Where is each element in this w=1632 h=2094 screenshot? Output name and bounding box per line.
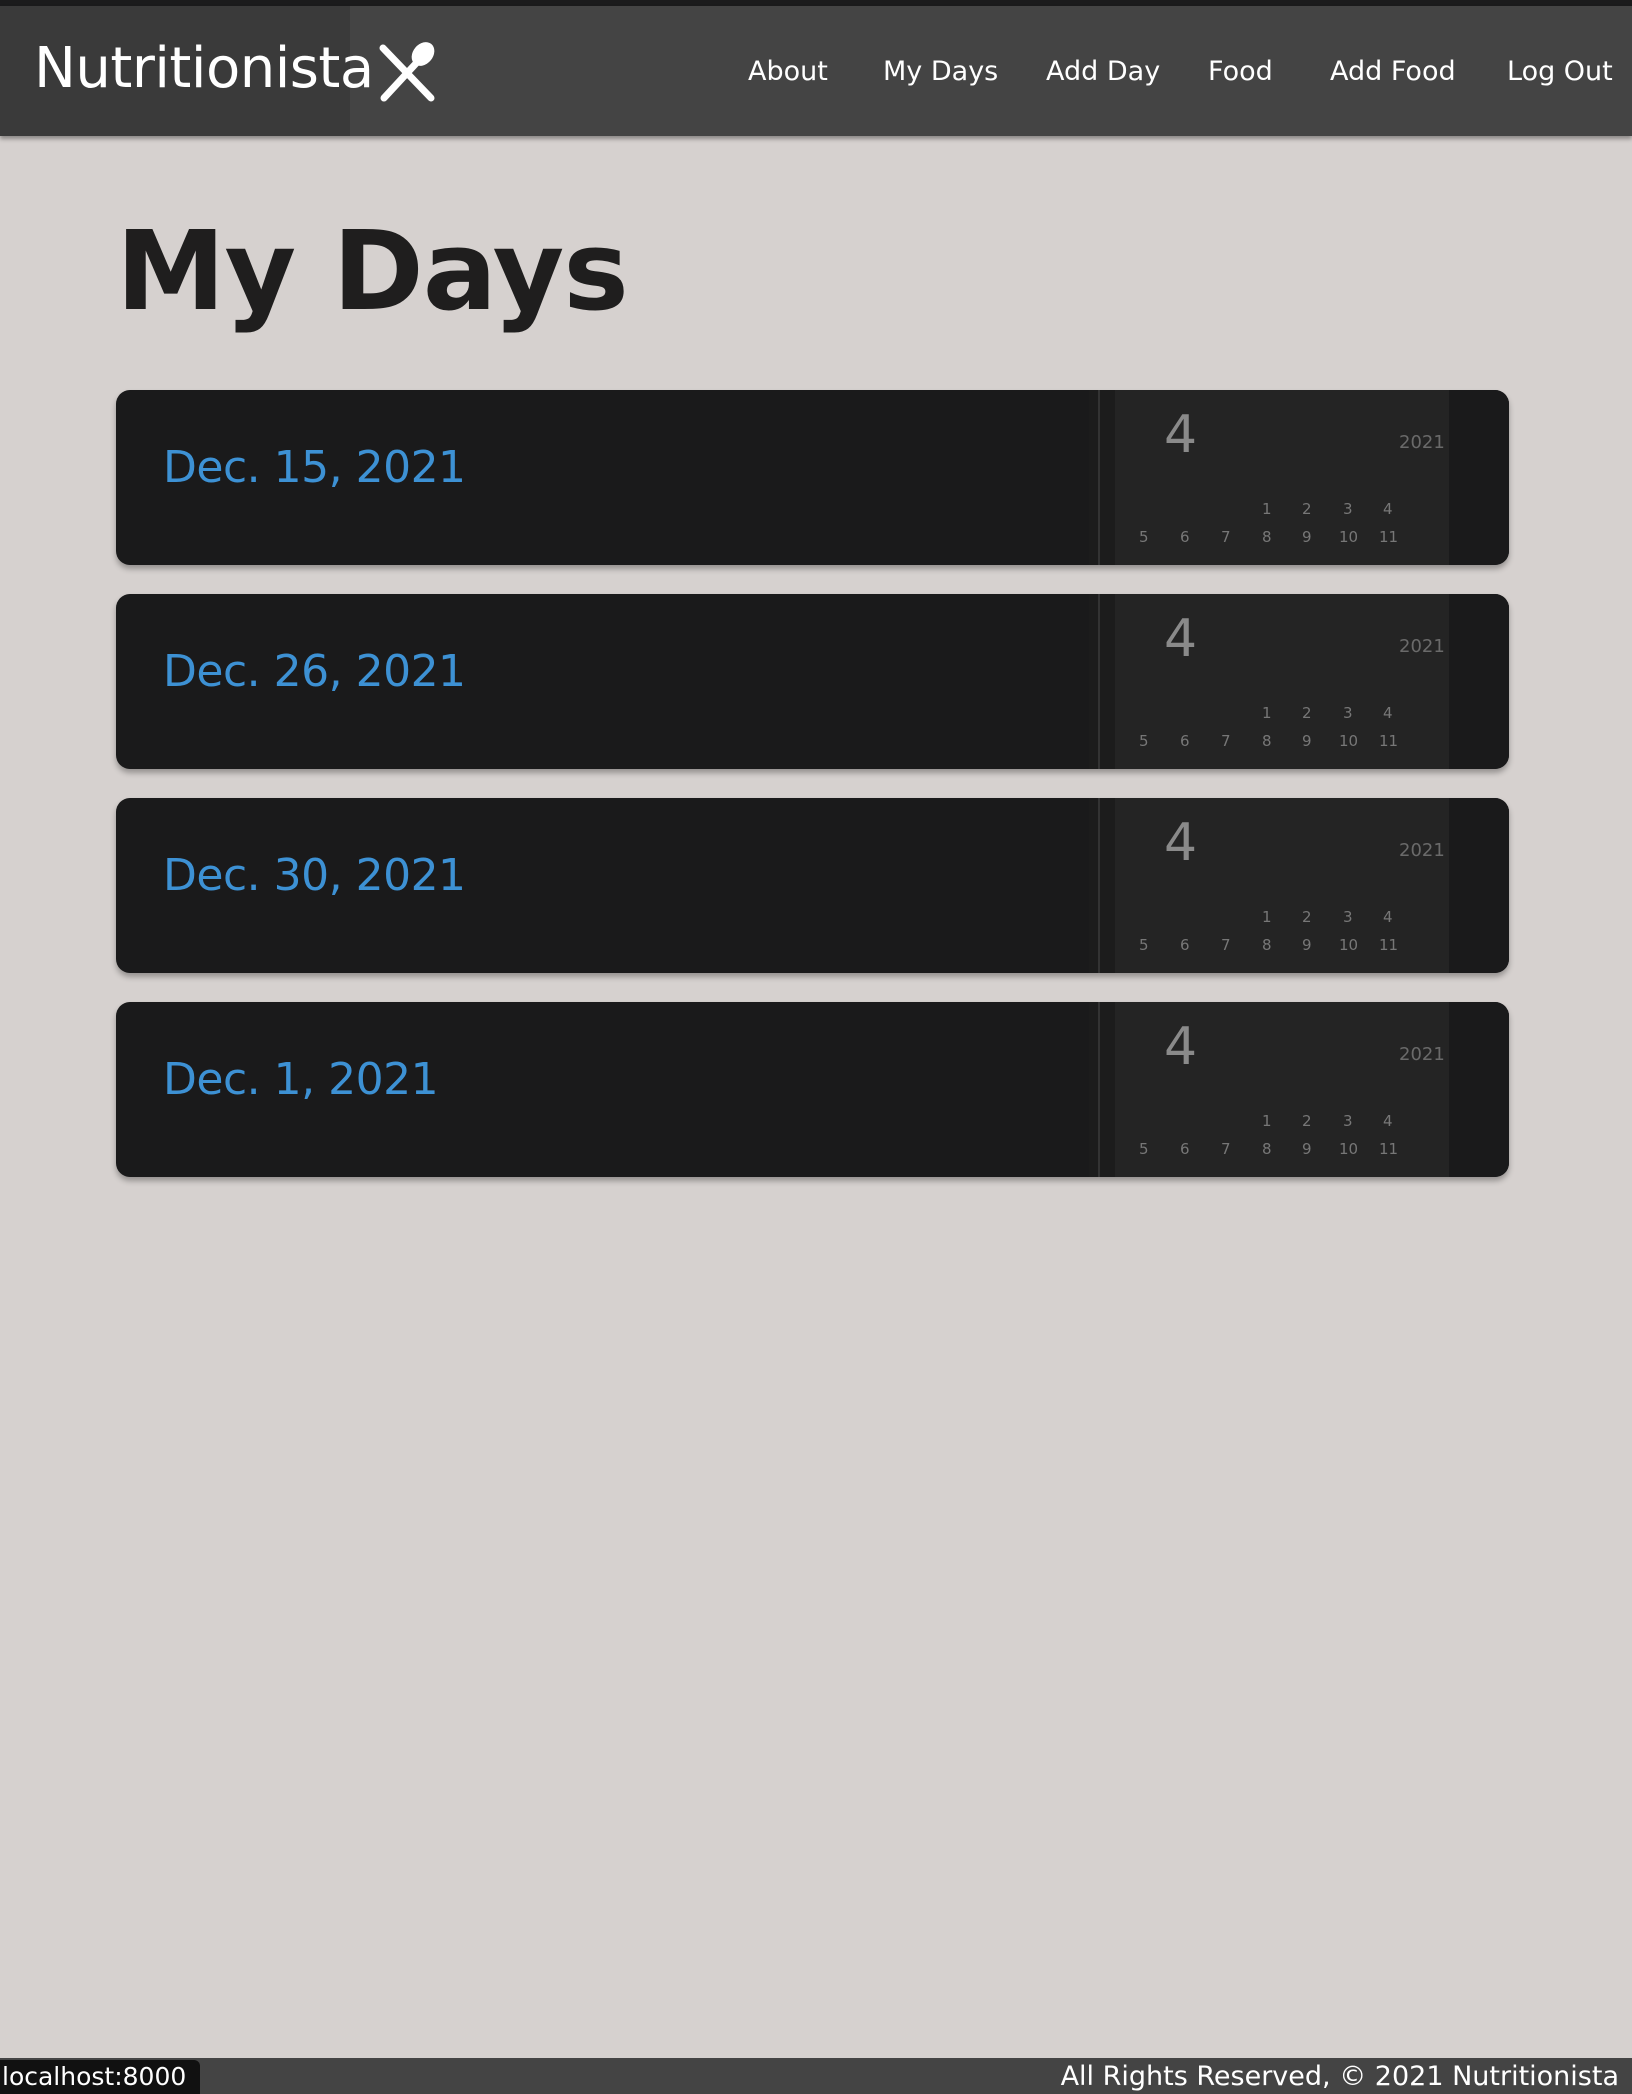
calendar-day: 2 xyxy=(1302,1112,1312,1130)
day-link[interactable]: Dec. 26, 2021 xyxy=(163,644,466,700)
calendar-day: 6 xyxy=(1180,936,1190,954)
calendar-day: 6 xyxy=(1180,732,1190,750)
calendar-day: 3 xyxy=(1343,908,1353,926)
nav-about[interactable]: About xyxy=(748,54,828,90)
calendar-day: 6 xyxy=(1180,528,1190,546)
day-card[interactable]: 4 2021 1 2 3 4 5 6 7 8 9 10 11 Dec. 30, … xyxy=(116,798,1509,973)
calendar-day: 5 xyxy=(1139,1140,1149,1158)
day-card[interactable]: 4 2021 1 2 3 4 5 6 7 8 9 10 11 Dec. 1, 2… xyxy=(116,1002,1509,1177)
day-card[interactable]: 4 2021 1 2 3 4 5 6 7 8 9 10 11 Dec. 26, … xyxy=(116,594,1509,769)
calendar-image: 4 2021 1 2 3 4 5 6 7 8 9 10 11 xyxy=(1029,390,1509,565)
calendar-year: 2021 xyxy=(1399,432,1445,453)
calendar-day: 8 xyxy=(1262,936,1272,954)
day-card[interactable]: 4 2021 1 2 3 4 5 6 7 8 9 10 11 Dec. 15, … xyxy=(116,390,1509,565)
calendar-year: 2021 xyxy=(1399,636,1445,657)
calendar-day: 10 xyxy=(1339,732,1358,750)
footer-copyright: All Rights Reserved, © 2021 Nutritionist… xyxy=(1060,2061,1619,2092)
navbar: Nutritionista About My Days Add Day Food… xyxy=(0,6,1632,136)
calendar-day: 10 xyxy=(1339,936,1358,954)
brand-link[interactable]: Nutritionista xyxy=(0,6,374,136)
day-link[interactable]: Dec. 1, 2021 xyxy=(163,1052,439,1108)
day-link[interactable]: Dec. 30, 2021 xyxy=(163,848,466,904)
calendar-day: 7 xyxy=(1221,936,1231,954)
calendar-day: 10 xyxy=(1339,1140,1358,1158)
calendar-big-number: 4 xyxy=(1164,813,1197,873)
calendar-day: 1 xyxy=(1262,704,1272,722)
footer: All Rights Reserved, © 2021 Nutritionist… xyxy=(0,2058,1632,2094)
calendar-day: 4 xyxy=(1383,1112,1393,1130)
calendar-day: 7 xyxy=(1221,732,1231,750)
calendar-day: 4 xyxy=(1383,500,1393,518)
calendar-day: 8 xyxy=(1262,732,1272,750)
calendar-day: 5 xyxy=(1139,936,1149,954)
brand-name: Nutritionista xyxy=(34,36,374,101)
day-link[interactable]: Dec. 15, 2021 xyxy=(163,440,466,496)
calendar-day: 2 xyxy=(1302,500,1312,518)
calendar-day: 10 xyxy=(1339,528,1358,546)
calendar-image: 4 2021 1 2 3 4 5 6 7 8 9 10 11 xyxy=(1029,1002,1509,1177)
nav-add-food[interactable]: Add Food xyxy=(1330,54,1456,90)
page-title: My Days xyxy=(116,207,629,335)
calendar-big-number: 4 xyxy=(1164,1017,1197,1077)
calendar-day: 3 xyxy=(1343,704,1353,722)
calendar-day: 3 xyxy=(1343,1112,1353,1130)
calendar-day: 1 xyxy=(1262,908,1272,926)
nav-my-days[interactable]: My Days xyxy=(883,54,998,90)
calendar-day: 4 xyxy=(1383,704,1393,722)
calendar-day: 7 xyxy=(1221,1140,1231,1158)
calendar-day: 3 xyxy=(1343,500,1353,518)
calendar-big-number: 4 xyxy=(1164,609,1197,669)
calendar-image: 4 2021 1 2 3 4 5 6 7 8 9 10 11 xyxy=(1029,594,1509,769)
calendar-year: 2021 xyxy=(1399,840,1445,861)
calendar-day: 9 xyxy=(1302,528,1312,546)
calendar-day: 8 xyxy=(1262,1140,1272,1158)
calendar-day: 9 xyxy=(1302,732,1312,750)
calendar-day: 1 xyxy=(1262,1112,1272,1130)
calendar-day: 2 xyxy=(1302,704,1312,722)
nav-food[interactable]: Food xyxy=(1208,54,1273,90)
calendar-year: 2021 xyxy=(1399,1044,1445,1065)
calendar-day: 8 xyxy=(1262,528,1272,546)
calendar-image: 4 2021 1 2 3 4 5 6 7 8 9 10 11 xyxy=(1029,798,1509,973)
calendar-day: 11 xyxy=(1379,936,1398,954)
status-bar-url: localhost:8000 xyxy=(0,2060,201,2094)
calendar-big-number: 4 xyxy=(1164,405,1197,465)
calendar-day: 6 xyxy=(1180,1140,1190,1158)
utensils-icon xyxy=(379,42,435,102)
calendar-day: 5 xyxy=(1139,528,1149,546)
nav-add-day[interactable]: Add Day xyxy=(1046,54,1160,90)
nav-log-out[interactable]: Log Out xyxy=(1507,54,1613,90)
calendar-day: 11 xyxy=(1379,1140,1398,1158)
calendar-day: 9 xyxy=(1302,936,1312,954)
calendar-day: 9 xyxy=(1302,1140,1312,1158)
calendar-day: 2 xyxy=(1302,908,1312,926)
calendar-day: 7 xyxy=(1221,528,1231,546)
calendar-day: 4 xyxy=(1383,908,1393,926)
calendar-day: 1 xyxy=(1262,500,1272,518)
calendar-day: 11 xyxy=(1379,528,1398,546)
calendar-day: 11 xyxy=(1379,732,1398,750)
calendar-day: 5 xyxy=(1139,732,1149,750)
